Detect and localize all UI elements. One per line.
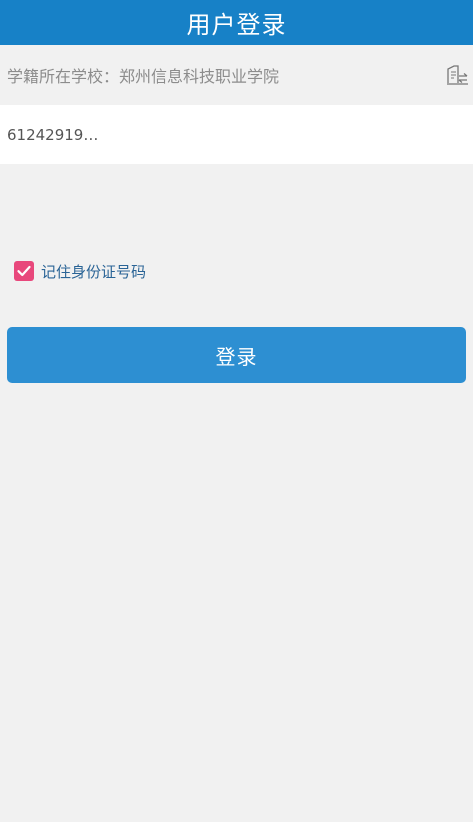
remember-label: 记住身份证号码 <box>41 262 147 281</box>
school-row: 学籍所在学校： 郑州信息科技职业学院 <box>0 45 473 105</box>
school-name: 郑州信息科技职业学院 <box>119 67 280 86</box>
id-number-row[interactable] <box>0 105 473 164</box>
school-label: 学籍所在学校： <box>7 67 120 86</box>
remember-checkbox[interactable] <box>14 261 34 281</box>
remember-id-option[interactable]: 记住身份证号码 <box>14 260 146 282</box>
check-icon <box>17 265 31 277</box>
app-header: 用户登录 <box>0 0 473 45</box>
id-number-input[interactable] <box>7 125 447 144</box>
login-button[interactable]: 登录 <box>7 327 466 383</box>
switch-school-icon[interactable] <box>445 63 469 87</box>
page-title: 用户登录 <box>186 11 287 39</box>
